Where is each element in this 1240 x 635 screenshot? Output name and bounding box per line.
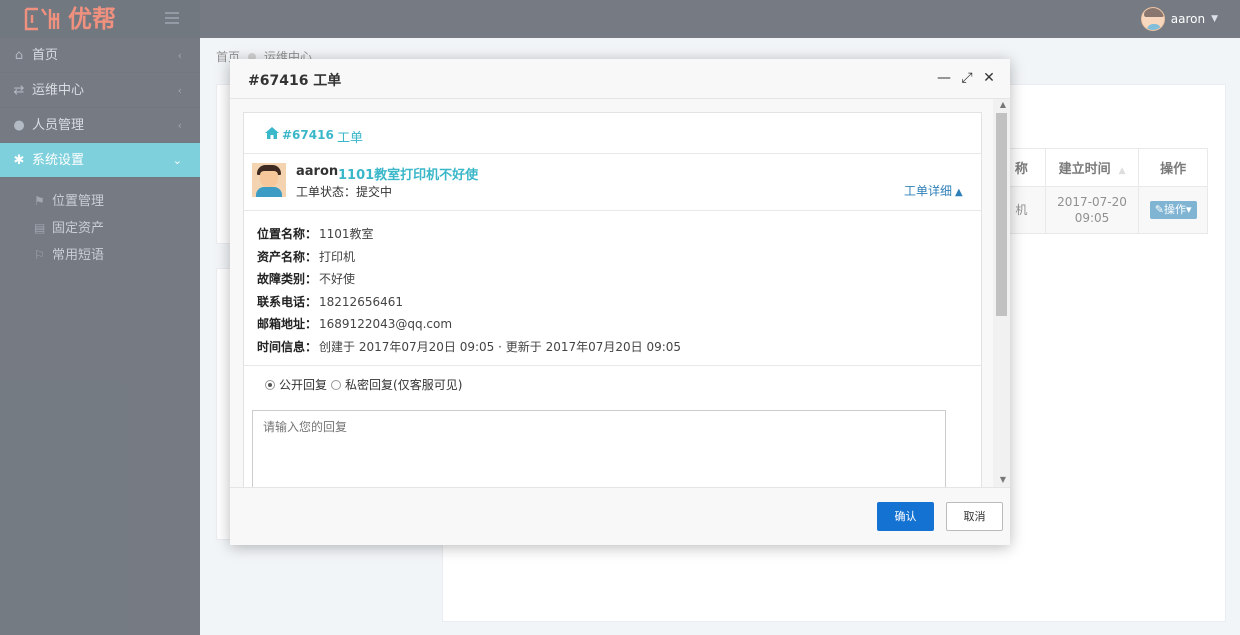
info-row-location: 位置名称： 1101教室 [257,227,374,241]
ticket-user: aaron [296,164,339,179]
info-row-time: 时间信息： 创建于 2017年07月20日 09:05 · 更新于 2017年07… [257,339,682,354]
scroll-down-icon[interactable]: ▼ [1000,475,1006,484]
ticket-card-header: #67416 工单 [244,113,981,154]
chevron-up-icon: ▲ [955,187,963,198]
minimize-icon[interactable]: — [936,69,952,87]
avatar [252,163,286,197]
divider [244,365,981,366]
confirm-button[interactable]: 确认 [877,502,934,531]
ticket-subject[interactable]: 1101教室打印机不好使 [338,164,478,183]
private-reply-radio[interactable] [331,379,342,390]
public-reply-radio[interactable] [265,379,275,390]
info-row-phone: 联系电话： 18212656461 [257,294,403,309]
ticket-modal: #67416 工单 — ⤢ ✕ #67416 工单 aaron 1101教室打印… [230,59,1010,545]
maximize-icon[interactable]: ⤢ [959,69,975,87]
ticket-detail-toggle[interactable]: 工单详细 ▲ [904,182,963,199]
close-icon[interactable]: ✕ [981,69,997,87]
ticket-info: 位置名称： 1101教室 资产名称： 打印机 故障类别： 不好使 联系电话： 18212… [257,223,681,358]
private-reply-label[interactable]: 私密回复(仅客服可见) [345,376,462,393]
reply-visibility: 公开回复 私密回复(仅客服可见) [265,376,462,393]
home-icon [265,127,279,139]
ticket-label: 工单 [337,131,364,146]
ticket-card: #67416 工单 aaron 1101教室打印机不好使 工单状态：提交中 工单… [243,112,982,487]
ticket-status: 工单状态：提交中 [296,185,393,199]
scroll-up-icon[interactable]: ▲ [1000,100,1006,109]
modal-body: #67416 工单 aaron 1101教室打印机不好使 工单状态：提交中 工单… [230,99,1010,487]
modal-footer: 确认 取消 [230,487,1010,545]
reply-textarea[interactable] [252,410,946,487]
modal-scrollbar[interactable]: ▲ ▼ [993,99,1010,487]
ticket-summary: aaron 1101教室打印机不好使 工单状态：提交中 工单详细 ▲ [244,155,981,211]
modal-title: #67416 工单 [248,73,342,89]
public-reply-label[interactable]: 公开回复 [279,376,327,393]
ticket-id: #67416 [282,128,334,142]
cancel-button[interactable]: 取消 [946,502,1003,531]
ticket-detail-label: 工单详细 [904,184,953,198]
info-row-email: 邮箱地址： 1689122043@qq.com [257,317,453,331]
scrollbar-thumb[interactable] [996,113,1007,316]
modal-header: #67416 工单 — ⤢ ✕ [230,59,1010,99]
info-row-asset: 资产名称： 打印机 [257,249,356,264]
info-row-fault: 故障类别： 不好使 [257,272,356,286]
